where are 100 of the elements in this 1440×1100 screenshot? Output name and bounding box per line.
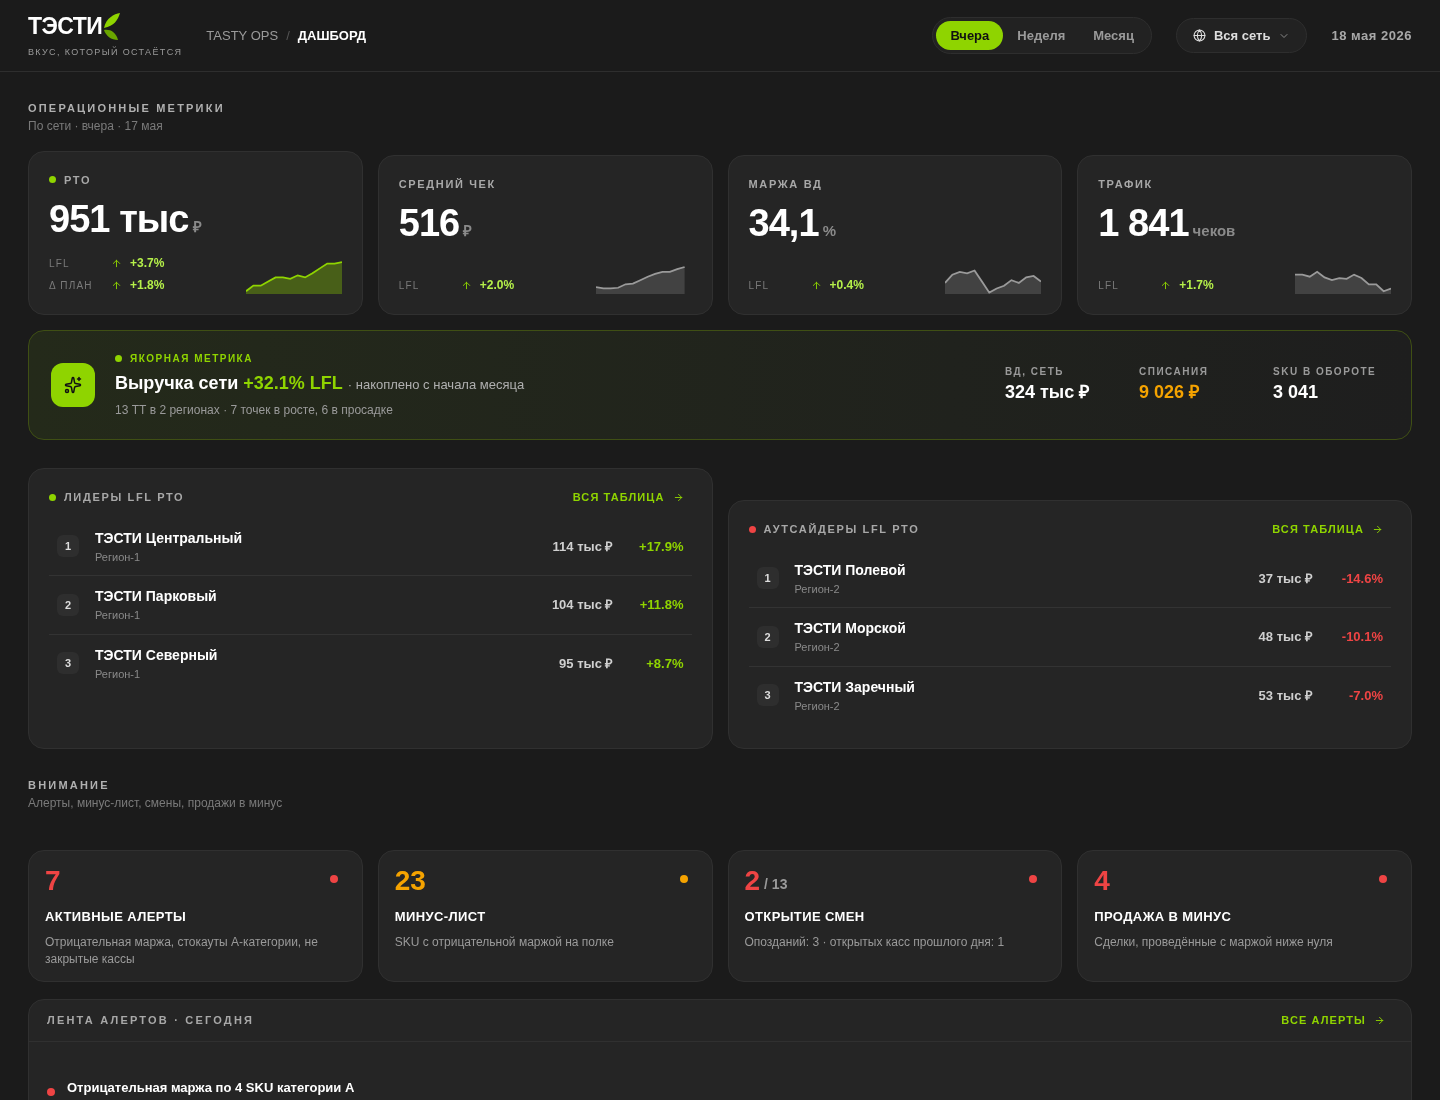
store-revenue: 104 тыс ₽ xyxy=(551,596,614,614)
ranking-row[interactable]: 2 ТЭСТИ Морской Регион-2 48 тыс ₽ -10.1% xyxy=(748,608,1391,667)
metric-label: СРЕДНИЙ ЧЕК xyxy=(398,176,496,192)
store-region: Регион-2 xyxy=(794,698,841,714)
attention-card[interactable]: 7 АКТИВНЫЕ АЛЕРТЫ Отрицательная маржа, стокауты А-категории, не закрытые кассы xyxy=(28,849,363,982)
metric-value: 516 xyxy=(398,204,460,242)
arrow-right-icon xyxy=(1374,1014,1385,1026)
leaf-icon xyxy=(102,11,123,42)
store-region: Регион-1 xyxy=(95,666,142,682)
ranking-row[interactable]: 3 ТЭСТИ Северный Регион-1 95 тыс ₽ +8.7% xyxy=(49,634,692,692)
store-change: -10.1% xyxy=(1340,628,1383,646)
stat-label: ВД, СЕТЬ xyxy=(1005,365,1065,379)
delta-label: Δ ПЛАН xyxy=(49,278,94,293)
attention-title: ОТКРЫТИЕ СМЕН xyxy=(744,907,866,926)
metric-label: РТО xyxy=(64,172,92,188)
rank-badge: 3 xyxy=(756,684,779,707)
metric-unit: ₽ xyxy=(463,220,473,241)
stat-value: 9 026 ₽ xyxy=(1139,381,1201,404)
attention-title: МИНУС-ЛИСТ xyxy=(394,907,487,926)
arrow-up-icon xyxy=(460,279,472,291)
globe-icon xyxy=(1192,29,1206,42)
stat-value: 324 тыс ₽ xyxy=(1005,381,1091,404)
section-title: ВНИМАНИЕ xyxy=(28,778,111,793)
metric-label: ТРАФИК xyxy=(1098,176,1153,192)
metric-label: МАРЖА ВД xyxy=(748,176,823,192)
store-revenue: 53 тыс ₽ xyxy=(1258,686,1313,705)
store-name: ТЭСТИ Заречный xyxy=(794,677,915,697)
table-link[interactable]: ВСЯ ТАБЛИЦА xyxy=(572,489,684,506)
metric-value: 34,1 xyxy=(748,204,819,242)
store-revenue: 37 тыс ₽ xyxy=(1258,569,1313,588)
store-region: Регион-2 xyxy=(794,581,841,597)
period-tab[interactable]: Вчера xyxy=(936,20,1004,51)
stat-label: СПИСАНИЯ xyxy=(1139,365,1210,379)
attention-description: Отрицательная маржа, стокауты А-категории, не закрытые кассы xyxy=(45,934,319,968)
scope-dropdown[interactable]: Вся сеть xyxy=(1175,17,1308,54)
period-tab[interactable]: Неделя xyxy=(1003,20,1080,51)
attention-card[interactable]: 2/ 13 ОТКРЫТИЕ СМЕН Опозданий: 3 · открытых касс прошлого дня: 1 xyxy=(727,849,1063,982)
ranking-title: ЛИДЕРЫ LFL РТО xyxy=(64,490,185,505)
stat-value: 3 041 xyxy=(1273,381,1320,404)
attention-description: SKU с отрицательной маржой на полке xyxy=(394,934,615,951)
ranking-row[interactable]: 2 ТЭСТИ Парковый Регион-1 104 тыс ₽ +11.8% xyxy=(49,576,692,635)
ranking-row[interactable]: 3 ТЭСТИ Заречный Регион-2 53 тыс ₽ -7.0% xyxy=(748,666,1391,724)
attention-count: 2 xyxy=(744,866,761,895)
attention-count: 4 xyxy=(1094,866,1110,895)
delta-label: LFL xyxy=(748,278,771,293)
store-name: ТЭСТИ Морской xyxy=(794,619,906,638)
attention-count: 23 xyxy=(394,866,426,895)
delta-value: +2.0% xyxy=(479,277,515,294)
rank-badge: 3 xyxy=(57,652,79,675)
store-revenue: 95 тыс ₽ xyxy=(559,654,614,673)
arrow-up-icon xyxy=(1160,279,1172,291)
store-change: +11.8% xyxy=(638,596,684,614)
arrow-right-icon xyxy=(672,491,684,503)
rank-badge: 2 xyxy=(57,593,79,616)
section-subtitle: По сети · вчера · 17 мая xyxy=(28,117,164,135)
section-subtitle: Алерты, минус-лист, смены, продажи в минус xyxy=(28,794,284,812)
alert-item[interactable]: Отрицательная маржа по 4 SKU категории А xyxy=(47,1077,1393,1097)
metric-value: 951 тыс xyxy=(49,200,189,238)
alert-text: Отрицательная маржа по 4 SKU категории А xyxy=(67,1078,355,1097)
anchor-headline: Выручка сети xyxy=(115,372,239,395)
store-region: Регион-1 xyxy=(95,608,142,623)
anchor-detail: 13 ТТ в 2 регионах · 7 точек в росте, 6 в просадке xyxy=(115,402,394,419)
arrow-up-icon xyxy=(810,279,822,291)
attention-total: / 13 xyxy=(764,874,788,894)
section-title: ОПЕРАЦИОННЫЕ МЕТРИКИ xyxy=(28,101,226,116)
tagline: ВКУС, КОТОРЫЙ ОСТАЁТСЯ xyxy=(28,45,183,59)
sparkle-icon xyxy=(64,376,82,394)
breadcrumb: ДАШБОРД xyxy=(297,26,367,45)
breadcrumb[interactable]: TASTY OPS xyxy=(206,25,279,46)
metric-unit: ₽ xyxy=(192,216,202,237)
ranking-row[interactable]: 1 ТЭСТИ Полевой Регион-2 37 тыс ₽ -14.6% xyxy=(748,549,1391,608)
feed-title: ЛЕНТА АЛЕРТОВ · СЕГОДНЯ xyxy=(47,1012,255,1028)
delta-value: +0.4% xyxy=(829,277,864,294)
rank-badge: 1 xyxy=(57,535,79,558)
anchor-note: · накоплено с начала месяца xyxy=(347,376,525,394)
store-name: ТЭСТИ Центральный xyxy=(95,528,243,548)
store-name: ТЭСТИ Северный xyxy=(95,645,218,665)
store-region: Регион-2 xyxy=(794,640,841,655)
store-change: +8.7% xyxy=(645,654,684,673)
period-tab[interactable]: Месяц xyxy=(1079,20,1148,51)
anchor-eyebrow: ЯКОРНАЯ МЕТРИКА xyxy=(130,352,253,366)
all-alerts-link[interactable]: ВСЕ АЛЕРТЫ xyxy=(1281,1011,1385,1029)
ranking-row[interactable]: 1 ТЭСТИ Центральный Регион-1 114 тыс ₽ +17.9% xyxy=(49,517,692,576)
attention-description: Опозданий: 3 · открытых касс прошлого дня: 1 xyxy=(744,934,1006,951)
metric-value: 1 841 xyxy=(1098,204,1189,242)
store-name: ТЭСТИ Полевой xyxy=(794,560,906,580)
attention-count: 7 xyxy=(45,866,61,895)
table-link[interactable]: ВСЯ ТАБЛИЦА xyxy=(1272,521,1383,538)
ranking-title: АУТСАЙДЕРЫ LFL РТО xyxy=(763,522,920,537)
rank-badge: 1 xyxy=(756,567,779,590)
metric-unit: % xyxy=(822,220,836,241)
store-revenue: 48 тыс ₽ xyxy=(1258,628,1313,646)
attention-card[interactable]: 4 ПРОДАЖА В МИНУС Сделки, проведённые с маржой ниже нуля xyxy=(1077,849,1412,982)
attention-card[interactable]: 23 МИНУС-ЛИСТ SKU с отрицательной маржой на полке xyxy=(377,849,713,982)
store-name: ТЭСТИ Парковый xyxy=(95,587,217,606)
delta-label: LFL xyxy=(398,278,421,293)
delta-label: LFL xyxy=(49,256,71,271)
rank-badge: 2 xyxy=(756,625,779,648)
delta-value: +3.7% xyxy=(130,255,165,272)
logo: ТЭСТИ xyxy=(28,15,103,39)
